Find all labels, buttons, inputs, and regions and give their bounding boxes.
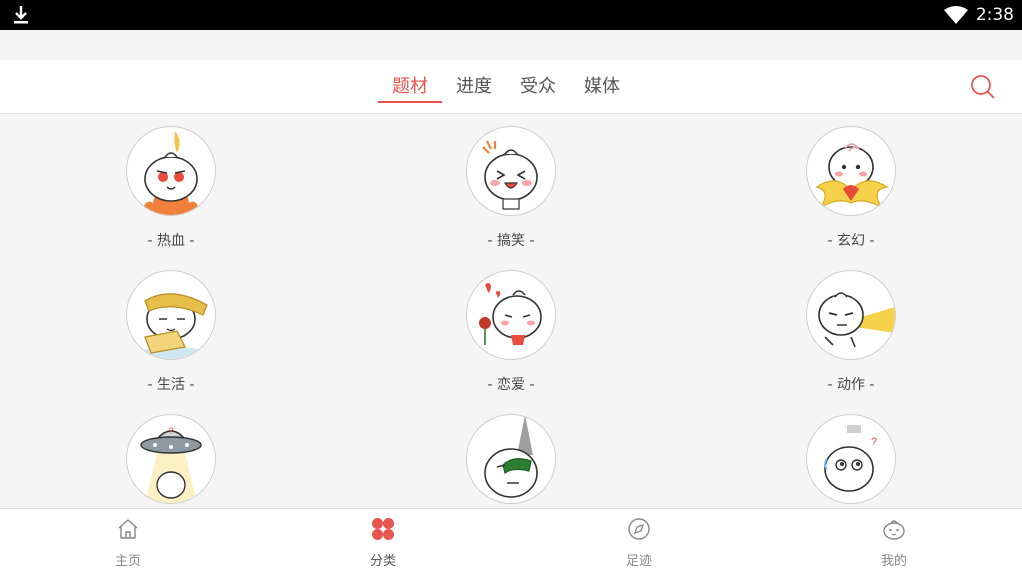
life-bun-icon xyxy=(126,270,216,360)
category-tabs: 题材 进度 受众 媒体 xyxy=(378,60,634,113)
thinking-bun-icon: ? xyxy=(806,414,896,504)
category-label: - 动作 - xyxy=(827,377,875,393)
nav-label: 分类 xyxy=(369,554,396,569)
tab-media[interactable]: 媒体 xyxy=(570,60,634,113)
category-funny[interactable]: - 搞笑 - xyxy=(421,114,601,254)
download-icon xyxy=(14,6,28,24)
romance-bun-icon xyxy=(466,270,556,360)
tab-progress[interactable]: 进度 xyxy=(442,60,506,113)
home-icon xyxy=(118,519,138,539)
tab-audience[interactable]: 受众 xyxy=(506,60,570,113)
fantasy-bun-icon xyxy=(806,126,896,216)
wifi-icon xyxy=(944,6,968,24)
category-grid: - 热血 - - 搞笑 - - 玄幻 - - 生活 - - 恋爱 - - 动作 … xyxy=(0,114,1022,508)
compass-icon xyxy=(628,518,650,540)
nav-home[interactable]: 主页 xyxy=(68,509,188,576)
category-icon xyxy=(372,518,394,540)
bottom-nav: 主页 分类 足迹 我的 xyxy=(0,508,1022,576)
action-bun-icon xyxy=(806,270,896,360)
category-life[interactable]: - 生活 - xyxy=(81,258,261,398)
category-thinking[interactable]: ? xyxy=(761,402,941,508)
svg-text:?: ? xyxy=(871,436,877,448)
nav-label: 主页 xyxy=(114,554,141,569)
status-time: 2:38 xyxy=(975,5,1014,25)
category-scifi[interactable]: ? xyxy=(81,402,261,508)
mystery-bun-icon xyxy=(466,414,556,504)
top-tab-bar: 题材 进度 受众 媒体 xyxy=(0,60,1022,114)
category-fantasy[interactable]: - 玄幻 - xyxy=(761,114,941,254)
hot-blood-bun-icon xyxy=(126,126,216,216)
category-label: - 恋爱 - xyxy=(487,377,535,393)
header-spacer xyxy=(0,30,1022,60)
nav-category[interactable]: 分类 xyxy=(323,509,443,576)
category-label: - 生活 - xyxy=(147,377,195,393)
category-action[interactable]: - 动作 - xyxy=(761,258,941,398)
category-hot-blood[interactable]: - 热血 - xyxy=(81,114,261,254)
funny-bun-icon xyxy=(466,126,556,216)
category-label: - 热血 - xyxy=(147,233,195,249)
profile-bun-icon xyxy=(883,520,905,540)
category-label: - 搞笑 - xyxy=(487,233,535,249)
nav-label: 我的 xyxy=(880,554,907,569)
search-icon[interactable] xyxy=(970,74,996,100)
nav-footprint[interactable]: 足迹 xyxy=(579,509,699,576)
nav-profile[interactable]: 我的 xyxy=(834,509,954,576)
nav-label: 足迹 xyxy=(625,554,652,569)
scifi-ufo-bun-icon: ? xyxy=(126,414,216,504)
category-romance[interactable]: - 恋爱 - xyxy=(421,258,601,398)
status-bar: 2:38 xyxy=(0,0,1022,30)
tab-subject[interactable]: 题材 xyxy=(378,60,442,113)
svg-text:?: ? xyxy=(168,426,173,436)
category-label: - 玄幻 - xyxy=(827,233,875,249)
category-mystery[interactable] xyxy=(421,402,601,508)
